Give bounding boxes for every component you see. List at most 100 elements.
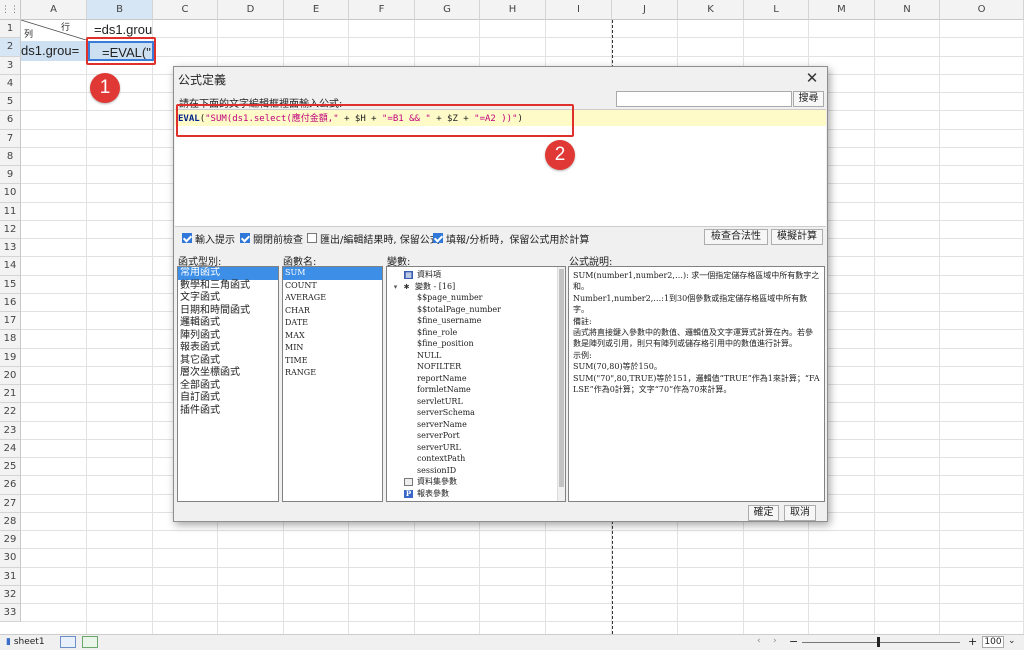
tree-dataset-params[interactable]: 資料集參數 [391, 476, 565, 488]
column-header[interactable]: K [678, 0, 744, 20]
search-button[interactable]: 搜尋 [793, 91, 824, 107]
checkbox-icon[interactable] [433, 233, 443, 243]
row-header[interactable]: 4 [0, 74, 21, 93]
checkbox-icon[interactable] [240, 233, 250, 243]
category-item[interactable]: 邏輯函式 [178, 317, 278, 330]
row-header[interactable]: 24 [0, 439, 21, 458]
option-check-before-close[interactable]: 關閉前檢查 [240, 231, 303, 246]
zoom-in-icon[interactable]: + [968, 635, 977, 648]
variable-item[interactable]: reportName [391, 373, 565, 385]
row-header[interactable]: 12 [0, 220, 21, 239]
row-header[interactable]: 27 [0, 494, 21, 513]
function-item[interactable]: AVERAGE [283, 292, 382, 305]
zoom-level[interactable]: 100 [982, 636, 1004, 648]
row-header[interactable]: 23 [0, 421, 21, 440]
scrollbar[interactable] [557, 267, 565, 501]
search-input[interactable] [616, 91, 792, 107]
row-header[interactable]: 8 [0, 147, 21, 166]
close-icon[interactable]: ✕ [803, 69, 821, 87]
function-item[interactable]: COUNT [283, 280, 382, 293]
variable-item[interactable]: serverSchema [391, 407, 565, 419]
check-validity-button[interactable]: 檢查合法性 [704, 229, 768, 245]
row-header[interactable]: 26 [0, 476, 21, 495]
function-item[interactable]: MIN [283, 342, 382, 355]
row-header[interactable]: 15 [0, 275, 21, 294]
row-header[interactable]: 18 [0, 330, 21, 349]
variable-item[interactable]: formletName [391, 384, 565, 396]
zoom-slider-thumb[interactable] [877, 637, 880, 647]
variable-item[interactable]: sessionID [391, 465, 565, 477]
row-header[interactable]: 11 [0, 202, 21, 221]
category-item[interactable]: 插件函式 [178, 405, 278, 418]
variable-item[interactable]: $$page_number [391, 292, 565, 304]
row-header[interactable]: 20 [0, 366, 21, 385]
row-header[interactable]: 22 [0, 403, 21, 422]
column-header[interactable]: E [284, 0, 349, 20]
zoom-out-icon[interactable]: − [789, 635, 798, 648]
dropdown-icon[interactable]: ⌄ [1008, 636, 1016, 646]
row-header[interactable]: 13 [0, 239, 21, 258]
row-header[interactable]: 16 [0, 293, 21, 312]
column-header[interactable]: F [349, 0, 415, 20]
row-header[interactable]: 33 [0, 604, 21, 623]
row-header[interactable]: 5 [0, 93, 21, 112]
function-item[interactable]: SUM [283, 267, 382, 280]
row-header[interactable]: 21 [0, 385, 21, 404]
row-header[interactable]: 1 [0, 20, 21, 39]
column-header[interactable]: B [87, 0, 153, 20]
function-item[interactable]: CHAR [283, 305, 382, 318]
checkbox-icon[interactable] [307, 233, 317, 243]
function-item[interactable]: DATE [283, 317, 382, 330]
category-item[interactable]: 文字函式 [178, 292, 278, 305]
add-sheet-icon[interactable] [60, 636, 76, 648]
variable-item[interactable]: $$totalPage_number [391, 304, 565, 316]
row-header[interactable]: 30 [0, 549, 21, 568]
variable-item[interactable]: contextPath [391, 453, 565, 465]
function-item[interactable]: TIME [283, 355, 382, 368]
column-header[interactable]: J [612, 0, 678, 20]
row-header[interactable]: 29 [0, 531, 21, 550]
function-item[interactable]: RANGE [283, 367, 382, 380]
option-input-hint[interactable]: 輸入提示 [182, 231, 235, 246]
category-item[interactable]: 日期和時間函式 [178, 305, 278, 318]
category-item[interactable]: 常用函式 [178, 267, 278, 280]
category-item[interactable]: 其它函式 [178, 355, 278, 368]
variable-item[interactable]: NOFILTER [391, 361, 565, 373]
category-list[interactable]: 常用函式 數學和三角函式 文字函式 日期和時間函式 邏輯函式 陣列函式 報表函式 其它函式 層次… [177, 266, 279, 502]
sheet-tab[interactable]: ▮ sheet1 [6, 637, 45, 647]
tree-variables-group[interactable]: ▾ ✱ 變數 - [16] [391, 281, 565, 293]
row-header[interactable]: 10 [0, 184, 21, 203]
tree-report-params[interactable]: P 報表參數 [391, 488, 565, 500]
variable-tree[interactable]: ▦ 資料項 ▾ ✱ 變數 - [16] $$page_number $$totalPag… [386, 266, 566, 502]
column-header[interactable]: M [809, 0, 875, 20]
category-item[interactable]: 全部函式 [178, 380, 278, 393]
scrollbar-thumb[interactable] [559, 269, 564, 487]
variable-item[interactable]: $fine_position [391, 338, 565, 350]
variable-item[interactable]: $fine_username [391, 315, 565, 327]
column-header[interactable]: I [546, 0, 612, 20]
row-header[interactable]: 2 [0, 38, 21, 57]
variable-item[interactable]: serverName [391, 419, 565, 431]
variable-item[interactable]: serverURL [391, 442, 565, 454]
checkbox-icon[interactable] [182, 233, 192, 243]
column-header[interactable]: N [875, 0, 940, 20]
row-header[interactable]: 25 [0, 458, 21, 477]
column-header[interactable]: H [480, 0, 546, 20]
row-header[interactable]: 9 [0, 166, 21, 185]
cell-a1[interactable]: 行 列 [21, 20, 86, 40]
row-header[interactable]: 31 [0, 567, 21, 586]
simulate-calc-button[interactable]: 模擬計算 [771, 229, 823, 245]
row-header[interactable]: 14 [0, 257, 21, 276]
column-header[interactable]: C [153, 0, 218, 20]
scroll-right-icon[interactable]: › [773, 636, 777, 646]
row-header[interactable]: 28 [0, 512, 21, 531]
row-header[interactable]: 17 [0, 312, 21, 331]
column-header[interactable]: L [744, 0, 809, 20]
column-header[interactable]: G [415, 0, 480, 20]
category-item[interactable]: 報表函式 [178, 342, 278, 355]
row-header[interactable]: 6 [0, 111, 21, 130]
row-header[interactable]: 19 [0, 348, 21, 367]
category-item[interactable]: 層次坐標函式 [178, 367, 278, 380]
option-keep-formula-fill[interactable]: 填報/分析時，保留公式用於計算 [433, 231, 589, 246]
row-header[interactable]: 3 [0, 56, 21, 75]
